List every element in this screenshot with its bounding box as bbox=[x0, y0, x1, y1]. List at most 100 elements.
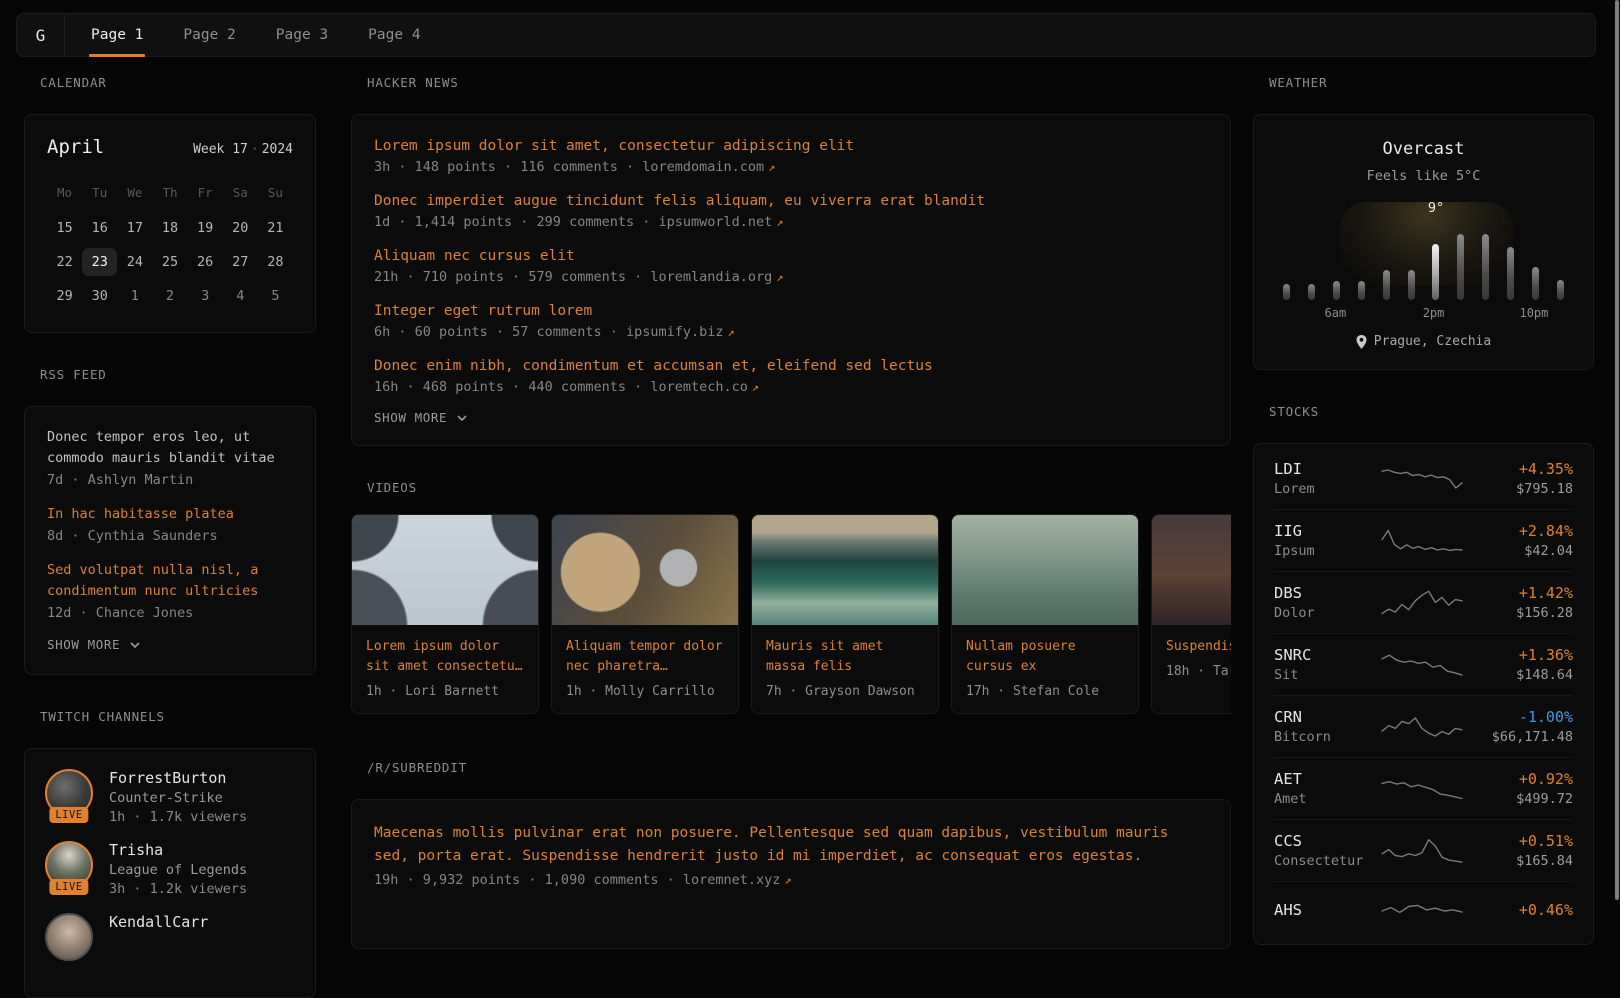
twitch-channel-row[interactable]: LIVE ForrestBurton Counter-Strike 1h · 1… bbox=[45, 769, 295, 825]
avatar-wrap: LIVE bbox=[45, 769, 93, 817]
separator-dot: · bbox=[248, 142, 262, 157]
stock-row[interactable]: CRNBitcorn -1.00%$66,171.48 bbox=[1274, 695, 1573, 757]
calendar-day: 29 bbox=[47, 282, 82, 310]
hn-item: Donec imperdiet augue tincidunt felis al… bbox=[374, 190, 1208, 230]
twitch-channel-row[interactable]: LIVE Trisha League of Legends 3h · 1.2k … bbox=[45, 841, 295, 897]
external-link-icon: ↗ bbox=[724, 325, 735, 339]
stocks-widget: LDILorem +4.35%$795.18 IIGIpsum +2.84%$4… bbox=[1253, 443, 1594, 945]
stock-change: +4.35% bbox=[1472, 460, 1573, 478]
weekday-label: Th bbox=[152, 180, 187, 208]
calendar-day: 30 bbox=[82, 282, 117, 310]
video-card[interactable]: Mauris sit amet massa felis 7h · Grayson… bbox=[751, 514, 939, 714]
stock-symbol: LDI bbox=[1274, 460, 1372, 478]
hn-item-meta: 1d · 1,414 points · 299 comments · ipsum… bbox=[374, 214, 1208, 230]
rss-show-more-button[interactable]: SHOW MORE bbox=[47, 637, 293, 652]
video-thumbnail bbox=[352, 515, 538, 625]
weekday-label: We bbox=[117, 180, 152, 208]
weather-bar bbox=[1532, 267, 1539, 300]
stock-row[interactable]: AETAmet +0.92%$499.72 bbox=[1274, 757, 1573, 819]
stock-change: +1.36% bbox=[1472, 646, 1573, 664]
tab-page-3[interactable]: Page 3 bbox=[256, 14, 348, 56]
calendar-day: 27 bbox=[223, 248, 258, 276]
weather-bar bbox=[1457, 234, 1464, 300]
hn-show-more-button[interactable]: SHOW MORE bbox=[374, 410, 1208, 425]
video-card[interactable]: Lorem ipsum dolor sit amet consectetu… 1… bbox=[351, 514, 539, 714]
rss-item: Donec tempor eros leo, ut commodo mauris… bbox=[47, 427, 293, 488]
twitch-channel-row[interactable]: KendallCarr bbox=[45, 913, 295, 961]
video-title[interactable]: Suspendisse diam bbox=[1166, 637, 1231, 657]
stock-row[interactable]: CCSConsectetur +0.51%$165.84 bbox=[1274, 819, 1573, 881]
hn-item-title[interactable]: Donec imperdiet augue tincidunt felis al… bbox=[374, 190, 1208, 212]
weather-bar bbox=[1432, 244, 1439, 300]
calendar-day-next-month: 4 bbox=[223, 282, 258, 310]
channel-meta: 1h · 1.7k viewers bbox=[109, 809, 247, 825]
subreddit-post: Maecenas mollis pulvinar erat non posuer… bbox=[374, 822, 1208, 888]
calendar-day: 24 bbox=[117, 248, 152, 276]
time-label: 6am bbox=[1323, 306, 1348, 320]
stock-name: Bitcorn bbox=[1274, 729, 1372, 745]
hn-meta-text: 1d · 1,414 points · 299 comments · ipsum… bbox=[374, 214, 772, 230]
subreddit-widget: Maecenas mollis pulvinar erat non posuer… bbox=[351, 799, 1231, 949]
video-row: Lorem ipsum dolor sit amet consectetu… 1… bbox=[351, 514, 1231, 714]
stock-symbol: CCS bbox=[1274, 832, 1372, 850]
external-link-icon: ↗ bbox=[748, 380, 759, 394]
weather-location-text: Prague, Czechia bbox=[1374, 334, 1491, 349]
rss-header: RSS FEED bbox=[40, 367, 316, 383]
stock-sparkline bbox=[1380, 648, 1464, 682]
top-bar: G Page 1 Page 2 Page 3 Page 4 bbox=[16, 13, 1596, 57]
hn-item-title[interactable]: Lorem ipsum dolor sit amet, consectetur … bbox=[374, 135, 1208, 157]
weekday-label: Su bbox=[258, 180, 293, 208]
video-title[interactable]: Lorem ipsum dolor sit amet consectetu… bbox=[366, 637, 524, 677]
hn-item-title[interactable]: Donec enim nibh, condimentum et accumsan… bbox=[374, 355, 1208, 377]
stock-sparkline bbox=[1380, 462, 1464, 496]
hn-item-meta: 16h · 468 points · 440 comments · loremt… bbox=[374, 379, 1208, 395]
channel-game: League of Legends bbox=[109, 862, 247, 878]
channel-name[interactable]: ForrestBurton bbox=[109, 769, 247, 787]
stock-row[interactable]: AHS +0.46% bbox=[1274, 881, 1573, 940]
video-title[interactable]: Nullam posuere cursus ex bbox=[966, 637, 1124, 677]
video-meta: 17h · Stefan Cole bbox=[966, 684, 1124, 699]
subreddit-post-title[interactable]: Maecenas mollis pulvinar erat non posuer… bbox=[374, 822, 1208, 868]
rss-item-meta: 12d · Chance Jones bbox=[47, 605, 293, 621]
calendar-day: 19 bbox=[188, 214, 223, 242]
app-logo[interactable]: G bbox=[17, 14, 65, 56]
stock-symbol: DBS bbox=[1274, 584, 1372, 602]
channel-name[interactable]: Trisha bbox=[109, 841, 247, 859]
rss-item-title[interactable]: In hac habitasse platea bbox=[47, 504, 293, 525]
video-title[interactable]: Aliquam tempor dolor nec pharetra… bbox=[566, 637, 724, 677]
rss-item-title[interactable]: Donec tempor eros leo, ut commodo mauris… bbox=[47, 427, 293, 469]
tab-page-4[interactable]: Page 4 bbox=[348, 14, 440, 56]
video-card[interactable]: Aliquam tempor dolor nec pharetra… 1h · … bbox=[551, 514, 739, 714]
stock-row[interactable]: DBSDolor +1.42%$156.28 bbox=[1274, 571, 1573, 633]
stock-price: $42.04 bbox=[1472, 543, 1573, 559]
stock-change: +0.46% bbox=[1472, 901, 1573, 919]
video-thumbnail bbox=[952, 515, 1138, 625]
tab-page-2[interactable]: Page 2 bbox=[163, 14, 255, 56]
hn-item: Lorem ipsum dolor sit amet, consectetur … bbox=[374, 135, 1208, 175]
rss-item-title[interactable]: Sed volutpat nulla nisl, a condimentum n… bbox=[47, 560, 293, 602]
hn-item-title[interactable]: Aliquam nec cursus elit bbox=[374, 245, 1208, 267]
rss-item-meta: 8d · Cynthia Saunders bbox=[47, 528, 293, 544]
video-thumbnail bbox=[552, 515, 738, 625]
stock-row[interactable]: IIGIpsum +2.84%$42.04 bbox=[1274, 509, 1573, 571]
channel-name[interactable]: KendallCarr bbox=[109, 913, 208, 931]
stock-row[interactable]: SNRCSit +1.36%$148.64 bbox=[1274, 633, 1573, 695]
video-title[interactable]: Mauris sit amet massa felis bbox=[766, 637, 924, 677]
stock-row[interactable]: LDILorem +4.35%$795.18 bbox=[1274, 448, 1573, 509]
video-card[interactable]: Nullam posuere cursus ex 17h · Stefan Co… bbox=[951, 514, 1139, 714]
weather-bar bbox=[1482, 234, 1489, 300]
calendar-week: Week 17 bbox=[193, 142, 248, 157]
weather-bar bbox=[1358, 281, 1365, 300]
video-card[interactable]: Suspendisse diam 18h · Tara bbox=[1151, 514, 1231, 714]
stock-symbol: CRN bbox=[1274, 708, 1372, 726]
stock-sparkline bbox=[1380, 586, 1464, 620]
avatar-wrap bbox=[45, 913, 93, 961]
hn-item-title[interactable]: Integer eget rutrum lorem bbox=[374, 300, 1208, 322]
subreddit-section: /R/SUBREDDIT Maecenas mollis pulvinar er… bbox=[351, 760, 1231, 949]
subreddit-header: /R/SUBREDDIT bbox=[367, 760, 1231, 776]
scrollbar[interactable] bbox=[1615, 0, 1619, 900]
external-link-icon: ↗ bbox=[772, 270, 783, 284]
tab-page-1[interactable]: Page 1 bbox=[65, 14, 163, 56]
stock-name: Dolor bbox=[1274, 605, 1372, 621]
stock-sparkline bbox=[1380, 894, 1464, 928]
